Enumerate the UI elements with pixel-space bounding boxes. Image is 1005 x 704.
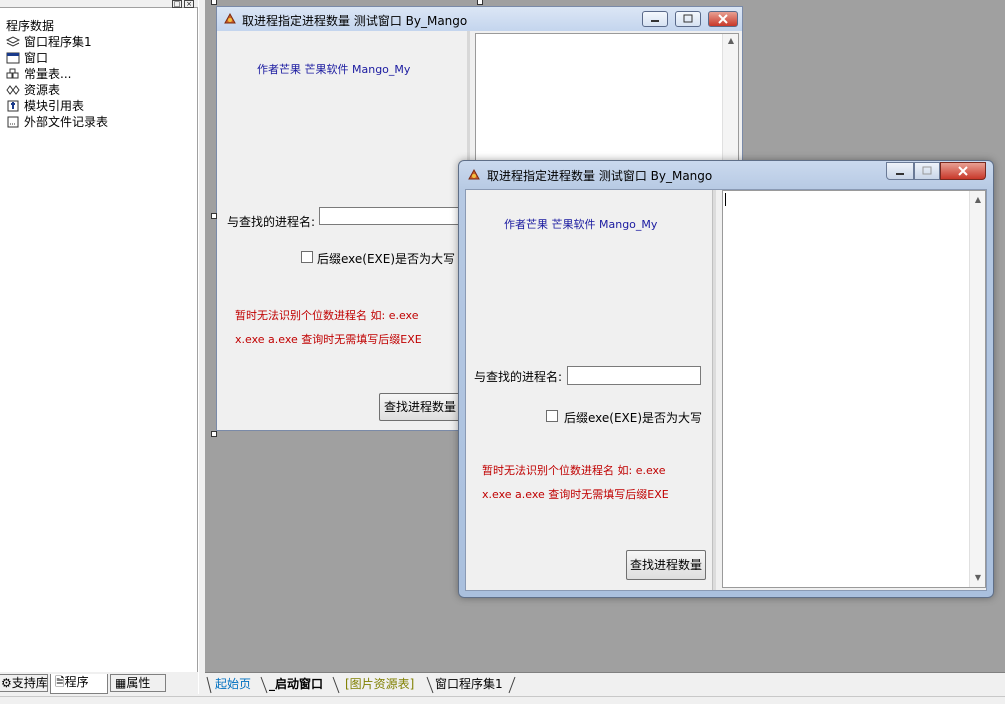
tab-label: 支持库 xyxy=(11,676,48,690)
status-bar xyxy=(0,696,1005,704)
note-line-2: x.exe a.exe 查询时无需填写后缀EXE xyxy=(235,333,422,346)
divider xyxy=(712,190,716,590)
tree-item-label: 外部文件记录表 xyxy=(24,115,109,129)
tree-item-resources[interactable]: 资源表 xyxy=(6,82,60,98)
scroll-down-icon[interactable]: ▼ xyxy=(970,571,986,585)
tree-item-window-assembly[interactable]: 窗口程序集1 xyxy=(6,34,92,50)
checkbox-label: 后缀exe(EXE)是否为大写 xyxy=(317,252,456,266)
minimize-button[interactable] xyxy=(886,162,914,180)
program-icon: 🗎 xyxy=(55,675,65,689)
running-window-client: 作者芒果 芒果软件 Mango_My 与查找的进程名: 后缀exe(EXE)是否… xyxy=(465,189,987,591)
tab-separators xyxy=(206,676,516,694)
resize-handle-top[interactable] xyxy=(477,0,483,5)
maximize-button[interactable] xyxy=(914,162,940,180)
resize-handle-top-left[interactable] xyxy=(211,0,217,5)
note-line-1: 暂时无法识别个位数进程名 如: e.exe xyxy=(235,309,419,322)
tree-item-label: 资源表 xyxy=(24,83,61,97)
checkbox-label: 后缀exe(EXE)是否为大写 xyxy=(564,411,703,425)
resize-handle-left[interactable] xyxy=(211,213,217,219)
app-icon xyxy=(467,167,481,181)
note-line-2: x.exe a.exe 查询时无需填写后缀EXE xyxy=(482,488,669,501)
uppercase-checkbox[interactable] xyxy=(301,251,313,263)
left-panel-tabs: ⚙支持库 🗎程序 ▦属性 xyxy=(0,672,198,694)
note-line-1: 暂时无法识别个位数进程名 如: e.exe xyxy=(482,464,666,477)
uppercase-checkbox[interactable] xyxy=(546,410,558,422)
tree-item-label: 常量表... xyxy=(24,67,72,81)
text-caret xyxy=(725,193,726,206)
design-window-titlebar[interactable]: 取进程指定进程数量 测试窗口 By_Mango xyxy=(217,7,742,31)
file-list-icon xyxy=(6,116,20,128)
result-textarea[interactable]: ▲ ▼ xyxy=(722,190,986,588)
resource-icon xyxy=(6,84,20,96)
tab-support-library[interactable]: ⚙支持库 xyxy=(0,674,48,692)
find-process-count-button[interactable]: 查找进程数量 xyxy=(626,550,706,580)
tree-item-label: 窗口程序集1 xyxy=(24,35,92,49)
running-window-title: 取进程指定进程数量 测试窗口 By_Mango xyxy=(487,169,713,183)
process-name-input[interactable] xyxy=(567,366,701,385)
tree-item-external-files[interactable]: 外部文件记录表 xyxy=(6,114,108,130)
properties-icon: ▦ xyxy=(115,676,127,690)
document-tabs: 起始页 _启动窗口 [图片资源表] 窗口程序集1 xyxy=(205,672,1005,696)
tab-label: 程序 xyxy=(64,675,89,689)
tab-label: 属性 xyxy=(126,676,151,690)
process-name-input[interactable] xyxy=(319,207,459,225)
tree-item-label: 窗口 xyxy=(24,51,49,65)
author-label: 作者芒果 芒果软件 Mango_My xyxy=(257,63,411,76)
author-label: 作者芒果 芒果软件 Mango_My xyxy=(504,218,658,231)
layers-icon xyxy=(6,36,20,48)
cubes-icon xyxy=(6,68,20,80)
result-textarea[interactable]: ▲ xyxy=(475,33,739,165)
search-label: 与查找的进程名: xyxy=(227,215,316,229)
running-window[interactable]: 取进程指定进程数量 测试窗口 By_Mango 作者芒果 芒果软件 Mango_… xyxy=(458,160,994,598)
tree-item-window[interactable]: 窗口 xyxy=(6,50,48,66)
scroll-up-icon[interactable]: ▲ xyxy=(970,193,986,207)
tab-program[interactable]: 🗎程序 xyxy=(50,674,108,694)
find-process-count-button[interactable]: 查找进程数量 xyxy=(379,393,461,421)
tree-item-label: 模块引用表 xyxy=(24,99,85,113)
tree-item-constants[interactable]: 常量表... xyxy=(6,66,71,82)
panel-header xyxy=(0,0,198,8)
maximize-button[interactable] xyxy=(675,11,701,27)
project-tree-panel: □ × 程序数据 窗口程序集1 窗口 常量表... 资源表 模块引用表 外部文件… xyxy=(0,0,198,672)
vertical-scrollbar[interactable]: ▲ xyxy=(722,34,738,164)
tree-root[interactable]: 程序数据 xyxy=(6,18,54,34)
window-icon xyxy=(6,52,20,64)
panel-restore-button[interactable]: □ xyxy=(172,0,182,8)
panel-close-button[interactable]: × xyxy=(184,0,194,8)
close-button[interactable] xyxy=(940,162,986,180)
resize-handle-bottom-left[interactable] xyxy=(211,431,217,437)
tree-item-module-refs[interactable]: 模块引用表 xyxy=(6,98,84,114)
panel-splitter[interactable] xyxy=(198,0,205,694)
app-icon xyxy=(223,11,237,25)
library-icon: ⚙ xyxy=(1,676,12,690)
close-button[interactable] xyxy=(708,11,738,27)
vertical-scrollbar[interactable]: ▲ ▼ xyxy=(969,191,985,587)
tab-properties[interactable]: ▦属性 xyxy=(110,674,166,692)
design-window-title: 取进程指定进程数量 测试窗口 By_Mango xyxy=(242,14,468,28)
running-window-titlebar[interactable]: 取进程指定进程数量 测试窗口 By_Mango xyxy=(459,161,993,187)
minimize-button[interactable] xyxy=(642,11,668,27)
search-label: 与查找的进程名: xyxy=(474,370,563,384)
module-icon xyxy=(6,100,20,112)
scroll-up-icon[interactable]: ▲ xyxy=(723,34,739,48)
